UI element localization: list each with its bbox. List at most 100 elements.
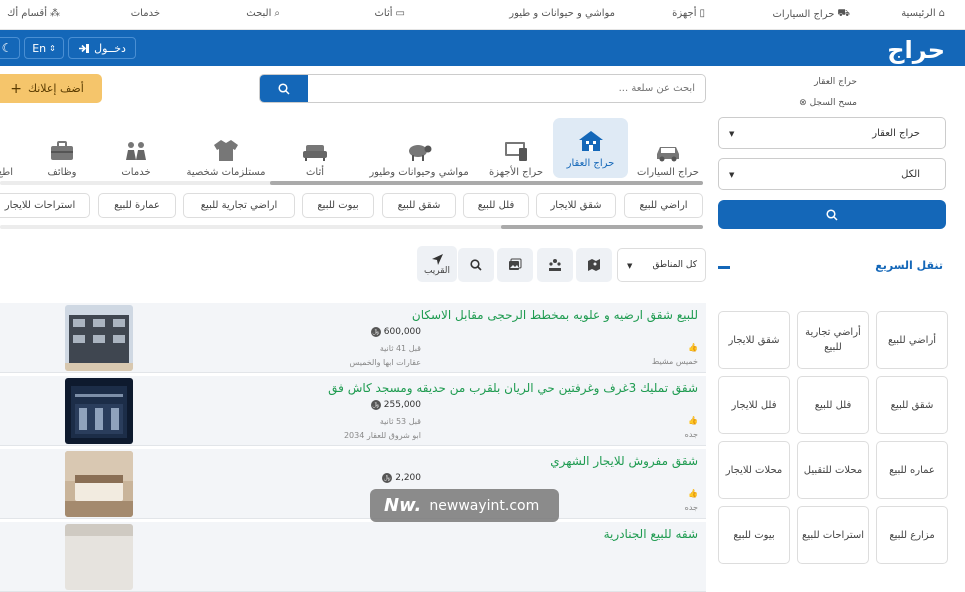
theme-toggle[interactable]: ☾	[0, 37, 20, 59]
listing-row[interactable]: شقق مفروش للايجار الشهري 2,200 ﷼ جده 👍	[0, 449, 706, 519]
category-services[interactable]: خدمات	[115, 118, 157, 178]
filter-chip[interactable]: عمارة للبيع	[98, 193, 176, 218]
quick-tile[interactable]: أراضي تجارية للبيع	[797, 311, 869, 369]
listing-thumbnail[interactable]	[65, 378, 133, 444]
chips-scrollbar[interactable]	[501, 225, 703, 229]
quick-tile[interactable]: عماره للبيع	[876, 441, 948, 499]
listing-title[interactable]: شقق مفروش للايجار الشهري	[550, 454, 698, 468]
quick-tile[interactable]: محلات للايجار	[718, 441, 790, 499]
home-icon: ⌂	[938, 8, 945, 19]
listing-row[interactable]: شقه للبيع الجنادرية	[0, 522, 706, 592]
caret-down-icon: ▼	[729, 171, 735, 179]
subsection-select[interactable]: الكل ▼	[718, 158, 946, 190]
add-ad-button[interactable]: أضف إعلانك +	[0, 74, 102, 103]
site-logo[interactable]: حراج	[887, 36, 945, 64]
filter-chip[interactable]: استراحات للايجار	[0, 193, 90, 218]
region-select[interactable]: كل المناطق ▼	[617, 248, 706, 282]
filter-chip[interactable]: شقق للايجار	[536, 193, 616, 218]
filter-chip[interactable]: شقق للبيع	[382, 193, 456, 218]
nearby-button[interactable]: القريب	[417, 246, 457, 282]
riyal-icon: ﷼	[370, 327, 381, 337]
listing-city: جده	[684, 430, 698, 439]
listing-title[interactable]: شقه للبيع الجنادرية	[604, 527, 698, 541]
collapse-line[interactable]	[718, 266, 730, 269]
listing-title[interactable]: للبيع شقق ارضيه و علويه بمخطط الرحجى مقا…	[412, 308, 698, 322]
listing-thumbnail[interactable]	[65, 305, 133, 371]
listing-time: قبل 41 ثانية	[379, 344, 421, 353]
quick-tile[interactable]: شقق للايجار	[718, 311, 790, 369]
main-search-button[interactable]	[260, 75, 308, 102]
quick-tile[interactable]: أراضي للبيع	[876, 311, 948, 369]
listing-price: 600,000 ﷼	[370, 327, 421, 337]
filter-chip[interactable]: بيوت للبيع	[302, 193, 374, 218]
topnav-more[interactable]: ⁂ أقسام أك	[7, 8, 60, 19]
quick-tile[interactable]: فلل للايجار	[718, 376, 790, 434]
language-button[interactable]: En ⇕	[24, 37, 64, 59]
listing-title[interactable]: شقق تمليك 3غرف وغرفتين حي الريان بلقرب م…	[328, 381, 698, 395]
listing-seller[interactable]: عقارات ابها والخميس	[350, 358, 421, 367]
topnav-cars[interactable]: ⛟ حراج السيارات	[772, 8, 850, 21]
sidebar-breadcrumb[interactable]: حراج العقار	[814, 77, 857, 87]
riyal-icon: ﷼	[370, 400, 381, 410]
listing-thumbnail[interactable]	[65, 451, 133, 517]
section-select[interactable]: حراج العقار ▼	[718, 117, 946, 149]
topnav-services[interactable]: خدمات	[131, 8, 160, 19]
category-cars[interactable]: حراج السيارات	[631, 118, 705, 178]
search-icon: ⌕	[274, 8, 280, 19]
quick-tile[interactable]: مزارع للبيع	[876, 506, 948, 564]
group-view-button[interactable]	[537, 248, 573, 282]
listing-thumbnail[interactable]	[65, 524, 133, 590]
topnav-devices[interactable]: ▯ أجهزة	[672, 8, 705, 19]
quick-tile[interactable]: فلل للبيع	[797, 376, 869, 434]
house-icon	[578, 131, 603, 151]
main-search-input[interactable]	[308, 75, 705, 102]
category-scrollbar[interactable]	[270, 181, 703, 185]
listing-row[interactable]: شقق تمليك 3غرف وغرفتين حي الريان بلقرب م…	[0, 376, 706, 446]
search-icon	[826, 208, 838, 221]
like-icon[interactable]: 👍	[688, 416, 698, 425]
category-real-estate[interactable]: حراج العقار	[553, 118, 628, 178]
like-icon[interactable]: 👍	[688, 343, 698, 352]
category-furniture[interactable]: أثاث	[295, 118, 335, 178]
search-button[interactable]	[458, 248, 494, 282]
listing-row[interactable]: للبيع شقق ارضيه و علويه بمخطط الرحجى مقا…	[0, 303, 706, 373]
map-view-button[interactable]	[576, 248, 612, 282]
map-icon	[588, 259, 600, 271]
header-bar	[0, 30, 965, 66]
sofa-icon	[303, 145, 327, 161]
topnav-furniture[interactable]: ▭ أثاث	[375, 8, 405, 19]
clear-history-link[interactable]: مسح السجل ⊗	[799, 98, 857, 108]
sidebar-search-button[interactable]	[718, 200, 946, 229]
listing-city: جده	[684, 503, 698, 512]
briefcase-icon	[51, 141, 73, 160]
category-food[interactable]: اطع	[0, 118, 18, 178]
topnav-search[interactable]: ⌕ البحث	[246, 8, 280, 19]
listing-price: 255,000 ﷼	[370, 400, 421, 410]
quick-tile[interactable]: بيوت للبيع	[718, 506, 790, 564]
quick-tile[interactable]: استراحات للبيع	[797, 506, 869, 564]
topnav-home[interactable]: ⌂ الرئيسية	[901, 8, 945, 19]
quick-nav-title: تنقل السريع	[875, 259, 943, 272]
shirt-icon	[214, 140, 238, 161]
quick-tile[interactable]: محلات للتقبيل	[797, 441, 869, 499]
category-personal[interactable]: مستلزمات شخصية	[180, 118, 272, 178]
category-jobs[interactable]: وظائف	[40, 118, 84, 178]
riyal-icon: ﷼	[382, 473, 393, 483]
filter-chip[interactable]: فلل للبيع	[463, 193, 529, 218]
filter-chip[interactable]: اراضي للبيع	[624, 193, 703, 218]
category-devices[interactable]: حراج الأجهزة	[484, 118, 548, 178]
close-circle-icon: ⊗	[799, 98, 807, 108]
navigation-icon	[431, 253, 443, 265]
listing-seller[interactable]: ابو شروق للعقار 2034	[344, 431, 421, 440]
gallery-view-button[interactable]	[497, 248, 533, 282]
login-button[interactable]: دخــول	[68, 37, 136, 59]
like-icon[interactable]: 👍	[688, 489, 698, 498]
listing-price: 2,200 ﷼	[382, 473, 421, 483]
topnav-animals[interactable]: مواشي و حيوانات و طيور	[509, 8, 615, 19]
updown-icon: ⇕	[49, 43, 56, 53]
quick-tile[interactable]: شقق للبيع	[876, 376, 948, 434]
category-animals[interactable]: مواشي وحيوانات وطيور	[360, 118, 478, 178]
search-icon	[470, 259, 482, 271]
filter-chip[interactable]: اراضي تجارية للبيع	[183, 193, 295, 218]
search-icon	[278, 82, 290, 95]
